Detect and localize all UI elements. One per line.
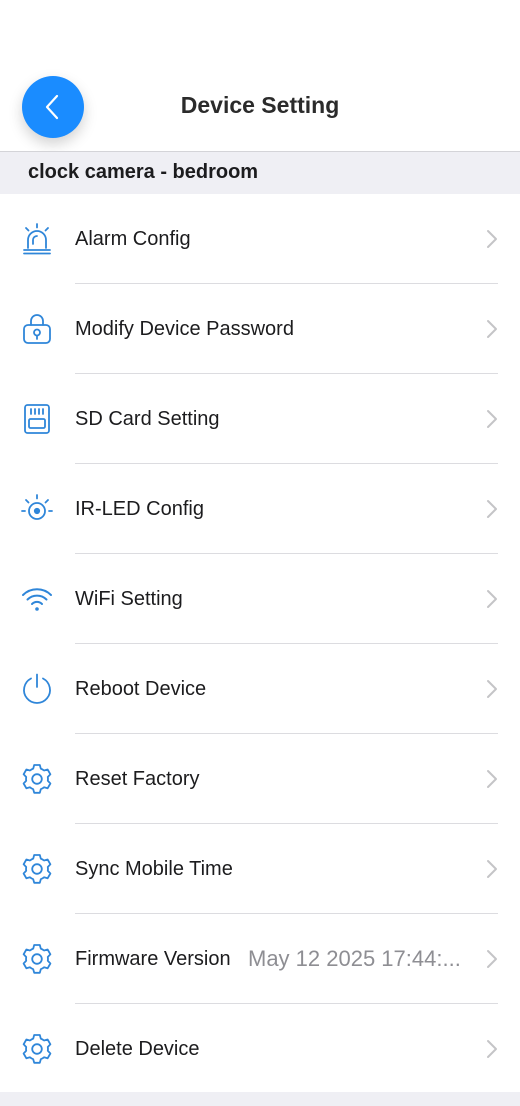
ir-led-icon xyxy=(20,492,54,526)
chevron-right-icon xyxy=(486,409,498,429)
ir-led-config-label: IR-LED Config xyxy=(75,498,204,520)
device-name-label: clock camera - bedroom xyxy=(28,161,259,183)
sync-mobile-time-row[interactable]: Sync Mobile Time xyxy=(0,824,520,914)
reset-factory-row[interactable]: Reset Factory xyxy=(0,734,520,824)
gear-icon xyxy=(20,1032,54,1066)
chevron-right-icon xyxy=(486,679,498,699)
settings-list: Alarm Config Modify Device Password SD C… xyxy=(0,194,520,1094)
firmware-version-value: May 12 2025 17:44:... xyxy=(248,946,461,971)
modify-device-password-row[interactable]: Modify Device Password xyxy=(0,284,520,374)
modify-device-password-label: Modify Device Password xyxy=(75,318,294,340)
chevron-right-icon xyxy=(486,589,498,609)
gear-icon xyxy=(20,762,54,796)
chevron-right-icon xyxy=(486,1039,498,1059)
power-icon xyxy=(20,672,54,706)
wifi-icon xyxy=(20,582,54,616)
alarm-config-label: Alarm Config xyxy=(75,228,191,250)
chevron-right-icon xyxy=(486,769,498,789)
gear-icon xyxy=(20,942,54,976)
delete-device-row[interactable]: Delete Device xyxy=(0,1004,520,1094)
reset-factory-label: Reset Factory xyxy=(75,768,200,790)
wifi-setting-label: WiFi Setting xyxy=(75,588,183,610)
sync-mobile-time-label: Sync Mobile Time xyxy=(75,858,233,880)
alarm-config-row[interactable]: Alarm Config xyxy=(0,194,520,284)
sd-card-icon xyxy=(20,402,54,436)
lock-icon xyxy=(20,312,54,346)
wifi-setting-row[interactable]: WiFi Setting xyxy=(0,554,520,644)
alarm-light-icon xyxy=(20,222,54,256)
reboot-device-label: Reboot Device xyxy=(75,678,207,700)
navigation-bar: Device Setting xyxy=(0,0,520,152)
device-name-header: clock camera - bedroom xyxy=(0,151,520,194)
bottom-spacer xyxy=(0,1092,520,1106)
chevron-right-icon xyxy=(486,499,498,519)
chevron-left-icon xyxy=(45,94,59,120)
chevron-right-icon xyxy=(486,859,498,879)
sd-card-setting-row[interactable]: SD Card Setting xyxy=(0,374,520,464)
delete-device-label: Delete Device xyxy=(75,1038,200,1060)
back-button[interactable] xyxy=(22,76,84,138)
chevron-right-icon xyxy=(486,229,498,249)
reboot-device-row[interactable]: Reboot Device xyxy=(0,644,520,734)
firmware-version-label: Firmware Version xyxy=(75,948,231,970)
chevron-right-icon xyxy=(486,319,498,339)
sd-card-setting-label: SD Card Setting xyxy=(75,408,220,430)
ir-led-config-row[interactable]: IR-LED Config xyxy=(0,464,520,554)
firmware-version-row[interactable]: Firmware Version May 12 2025 17:44:... xyxy=(0,914,520,1004)
chevron-right-icon xyxy=(486,949,498,969)
device-setting-screen: Device Setting clock camera - bedroom Al… xyxy=(0,0,520,1106)
gear-icon xyxy=(20,852,54,886)
